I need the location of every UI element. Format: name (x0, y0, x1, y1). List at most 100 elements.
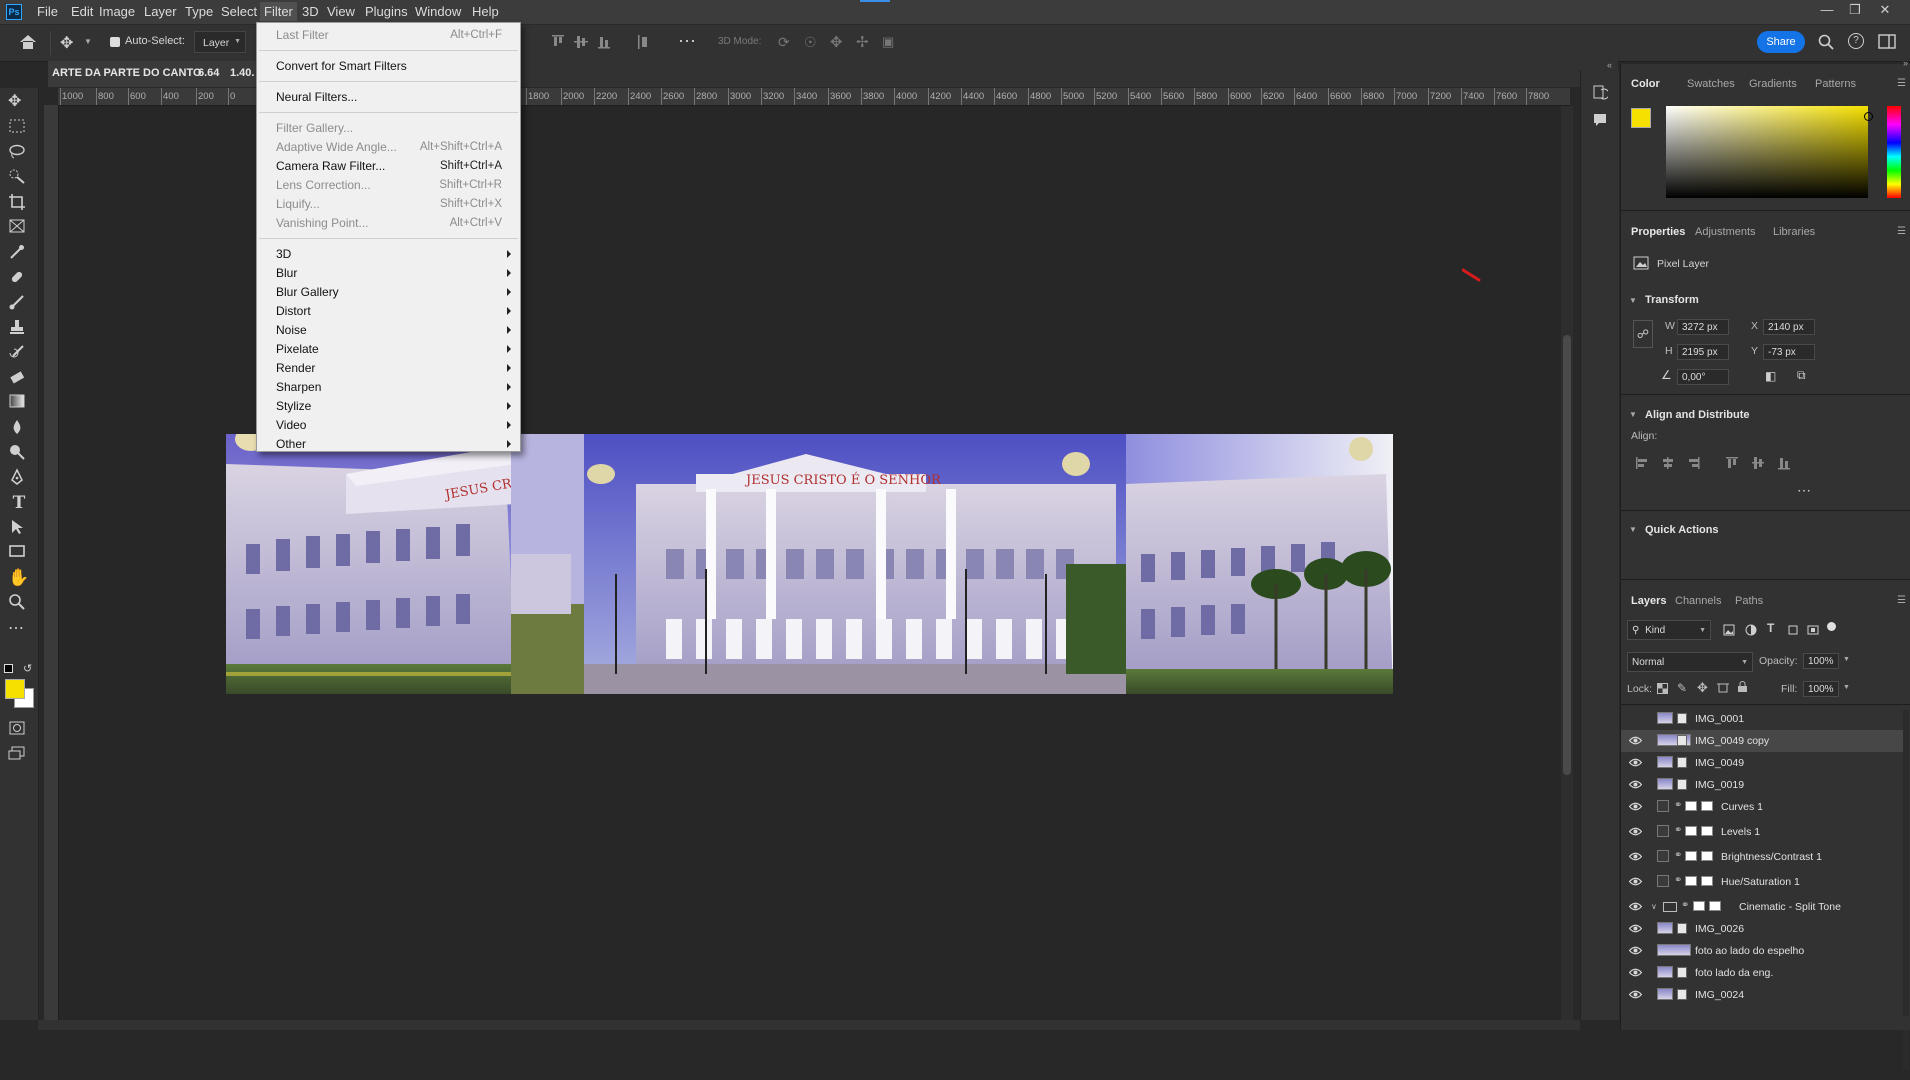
tab-swatches[interactable]: Swatches (1687, 78, 1735, 90)
tab-channels[interactable]: Channels (1675, 595, 1721, 607)
filter-pixel-icon[interactable] (1723, 624, 1735, 636)
flip-vertical-icon[interactable]: ⧉ (1797, 368, 1806, 383)
eyedropper-tool-icon[interactable] (8, 243, 30, 265)
collapse-arrows-icon[interactable]: « (1607, 60, 1612, 70)
filter-menu-item-stylize[interactable]: Stylize (257, 397, 520, 416)
filter-menu-item-blur-gallery[interactable]: Blur Gallery (257, 283, 520, 302)
lock-artboard-icon[interactable] (1717, 682, 1729, 694)
lasso-tool-icon[interactable] (8, 143, 30, 165)
chevron-down-icon[interactable]: ▼ (1629, 410, 1637, 419)
default-colors-icon[interactable] (4, 664, 13, 673)
zoom-tool-icon[interactable] (8, 593, 30, 615)
more-options-icon[interactable]: ⋯ (1797, 482, 1811, 499)
edit-toolbar-icon[interactable]: ⋯ (8, 618, 30, 640)
filter-menu-item-filter-gallery[interactable]: Filter Gallery... (257, 119, 520, 138)
fill-field[interactable]: 100% (1803, 681, 1839, 697)
visibility-eye-icon[interactable] (1629, 990, 1642, 999)
align-vcenter-icon[interactable] (573, 34, 589, 50)
layer-mask-thumbnail[interactable] (1701, 851, 1713, 861)
menu-help[interactable]: Help (469, 4, 502, 19)
filter-menu-item-last-filter[interactable]: Last Filter Alt+Ctrl+F (257, 26, 520, 45)
layer-row[interactable]: ⚭ Hue/Saturation 1 (1621, 871, 1903, 896)
lock-all-icon[interactable] (1737, 681, 1748, 693)
color-picker-handle[interactable] (1864, 112, 1873, 121)
crop-tool-icon[interactable] (8, 193, 30, 215)
filter-menu-item-liquify[interactable]: Liquify... Shift+Ctrl+X (257, 195, 520, 214)
help-icon[interactable]: ? (1848, 33, 1864, 49)
layer-row[interactable]: ∨ ⚭ Cinematic - Split Tone (1621, 896, 1903, 918)
distribute-icon[interactable] (636, 34, 652, 50)
visibility-eye-icon[interactable] (1629, 827, 1642, 836)
type-tool-icon[interactable]: T (8, 493, 30, 515)
visibility-eye-icon[interactable] (1629, 946, 1642, 955)
filter-menu-item-noise[interactable]: Noise (257, 321, 520, 340)
history-icon[interactable] (1592, 84, 1608, 100)
menu-window[interactable]: Window (412, 4, 464, 19)
dodge-tool-icon[interactable] (8, 443, 30, 465)
menu-filter[interactable]: Filter (260, 2, 297, 21)
hand-tool-icon[interactable]: ✋ (8, 568, 30, 590)
filter-menu-item-blur[interactable]: Blur (257, 264, 520, 283)
tab-libraries[interactable]: Libraries (1773, 226, 1815, 238)
filter-type-icon[interactable]: T (1767, 621, 1774, 635)
align-vcenter-icon[interactable] (1751, 456, 1765, 470)
filter-shape-icon[interactable] (1787, 624, 1799, 636)
quick-mask-icon[interactable] (8, 720, 30, 742)
align-bottom-icon[interactable] (1777, 456, 1791, 470)
frame-tool-icon[interactable] (8, 218, 30, 240)
layer-mask-thumbnail[interactable] (1685, 851, 1697, 861)
home-icon[interactable] (18, 33, 38, 51)
lock-pixels-icon[interactable]: ✎ (1677, 681, 1687, 695)
auto-select-checkbox[interactable] (110, 37, 120, 47)
document-tab[interactable]: ARTE DA PARTE DO CANTO 6.64 1.40. (48, 61, 258, 87)
panel-menu-icon[interactable]: ☰ (1897, 226, 1906, 237)
align-right-icon[interactable] (1687, 456, 1701, 470)
y-field[interactable]: -73 px (1763, 344, 1815, 360)
search-icon[interactable] (1818, 34, 1834, 50)
blur-tool-icon[interactable] (8, 418, 30, 440)
menu-layer[interactable]: Layer (141, 4, 180, 19)
chevron-down-icon[interactable]: ▼ (1629, 296, 1637, 305)
layer-row[interactable]: foto ao lado do espelho (1621, 940, 1903, 962)
blend-mode-dropdown[interactable]: Normal ▼ (1627, 652, 1753, 672)
path-selection-tool-icon[interactable] (8, 518, 30, 540)
comments-icon[interactable] (1592, 112, 1608, 128)
share-button[interactable]: Share (1757, 31, 1805, 53)
layer-row[interactable]: ⚭ Curves 1 (1621, 796, 1903, 821)
tab-paths[interactable]: Paths (1735, 595, 1763, 607)
workspace-icon[interactable] (1878, 34, 1896, 50)
menu-image[interactable]: Image (96, 4, 138, 19)
filter-menu-item-distort[interactable]: Distort (257, 302, 520, 321)
swap-colors-icon[interactable]: ↺ (23, 662, 32, 675)
filter-menu-item-pixelate[interactable]: Pixelate (257, 340, 520, 359)
tab-properties[interactable]: Properties (1631, 226, 1685, 238)
layer-row[interactable]: IMG_0049 copy (1621, 730, 1903, 752)
visibility-eye-icon[interactable] (1629, 924, 1642, 933)
menu-type[interactable]: Type (182, 4, 216, 19)
filter-menu-item-convert-for-smart-filters[interactable]: Convert for Smart Filters (257, 57, 520, 76)
layer-row[interactable]: IMG_0049 (1621, 752, 1903, 774)
more-options-icon[interactable]: ⋯ (678, 31, 697, 52)
filter-smart-object-icon[interactable] (1807, 624, 1819, 636)
visibility-eye-icon[interactable] (1629, 758, 1642, 767)
lock-transparent-icon[interactable] (1657, 683, 1668, 694)
visibility-eye-icon[interactable] (1629, 714, 1642, 723)
x-field[interactable]: 2140 px (1763, 319, 1815, 335)
menu-select[interactable]: Select (218, 4, 260, 19)
pen-tool-icon[interactable] (8, 468, 30, 490)
menu-3d[interactable]: 3D (299, 4, 322, 19)
chevron-down-icon[interactable]: ▼ (84, 37, 92, 46)
menu-edit[interactable]: Edit (68, 4, 96, 19)
width-field[interactable]: 3272 px (1677, 319, 1729, 335)
filter-menu-item-adaptive-wide-angle[interactable]: Adaptive Wide Angle... Alt+Shift+Ctrl+A (257, 138, 520, 157)
foreground-color-swatch[interactable] (5, 679, 25, 699)
filter-menu-item-vanishing-point[interactable]: Vanishing Point... Alt+Ctrl+V (257, 214, 520, 233)
layer-row[interactable]: IMG_0024 (1621, 984, 1903, 1006)
filter-menu-item-neural-filters[interactable]: Neural Filters... (257, 88, 520, 107)
filter-menu-item-3d[interactable]: 3D (257, 245, 520, 264)
quick-select-tool-icon[interactable] (8, 168, 30, 190)
layer-row[interactable]: IMG_0026 (1621, 918, 1903, 940)
visibility-eye-icon[interactable] (1629, 852, 1642, 861)
chevron-down-icon[interactable]: ▼ (1843, 656, 1850, 663)
filter-toggle-icon[interactable] (1827, 622, 1836, 631)
